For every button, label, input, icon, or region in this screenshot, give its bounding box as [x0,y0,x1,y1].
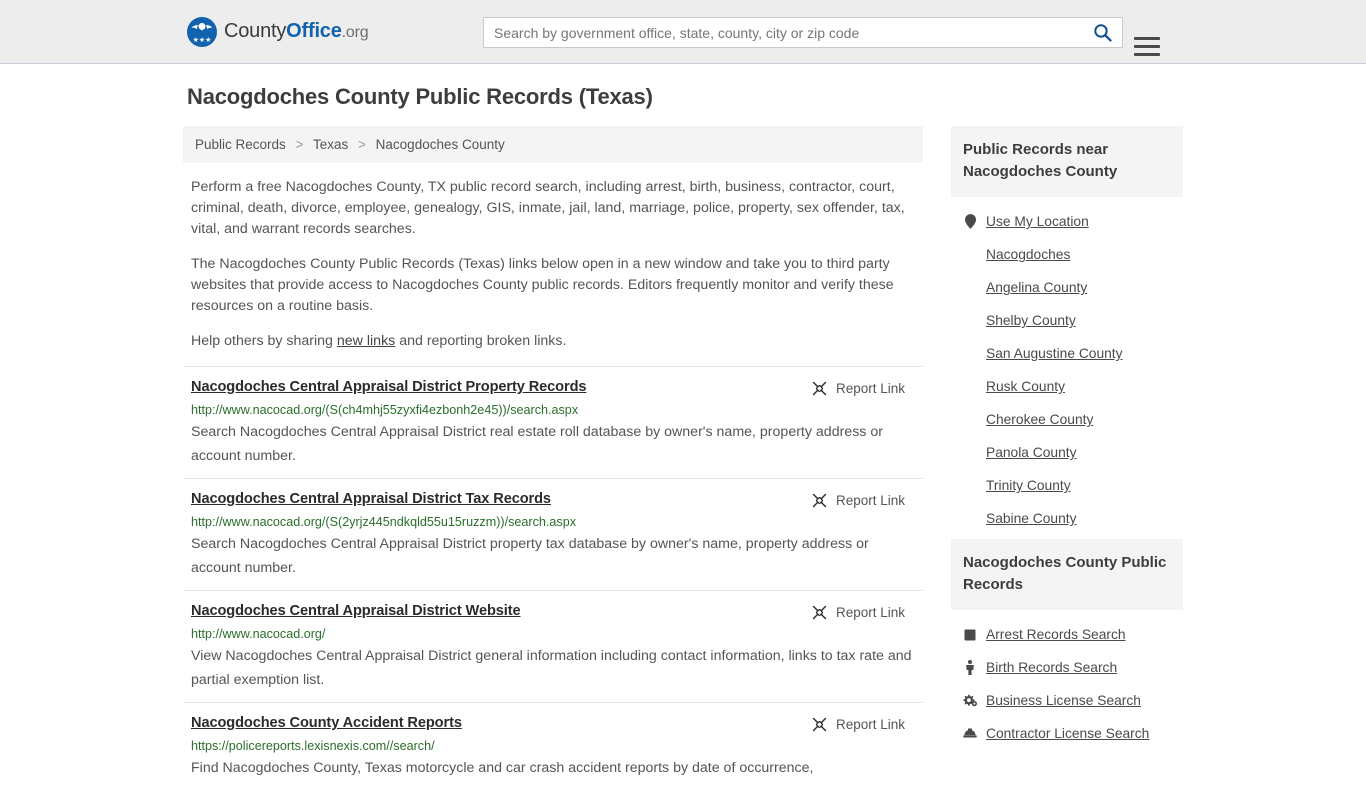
sidebar-item-san-augustine-county[interactable]: San Augustine County [951,337,1183,370]
fingerprint-square-icon [963,628,977,642]
report-link-label: Report Link [835,493,905,508]
sidebar-item-business-license-search[interactable]: Business License Search [951,684,1183,717]
result-description: Find Nacogdoches County, Texas motorcycl… [191,760,814,776]
result-item: Nacogdoches Central Appraisal District T… [183,478,923,590]
sidebar-link[interactable]: Use My Location [986,214,1089,229]
search-icon [1093,24,1112,42]
site-logo-link[interactable]: ★★★ CountyOffice.org [187,16,369,47]
result-url[interactable]: http://www.nacocad.org/(S(2yrjz445ndkqld… [191,515,915,529]
result-description: View Nacogdoches Central Appraisal Distr… [191,648,912,688]
result-item: Nacogdoches County Accident Reports Repo… [183,702,923,790]
logo-stars: ★★★ [192,36,212,44]
intro-p3-before: Help others by sharing [191,333,337,349]
search-button[interactable] [1082,18,1122,47]
hard-hat-icon [963,727,977,741]
sidebar-item-panola-county[interactable]: Panola County [951,436,1183,469]
site-header: ★★★ CountyOffice.org [0,0,1366,64]
result-title-link[interactable]: Nacogdoches Central Appraisal District T… [191,491,551,507]
sidebar-link[interactable]: Business License Search [986,693,1141,708]
sidebar-nearby-box: Public Records near Nacogdoches County U… [951,126,1183,535]
intro-paragraph-1: Perform a free Nacogdoches County, TX pu… [191,179,905,237]
new-links-link[interactable]: new links [337,333,395,349]
brand-part-office: Office [286,20,342,42]
result-url[interactable]: http://www.nacocad.org/(S(ch4mhj55zyxfi4… [191,403,915,417]
gears-icon [963,694,977,708]
child-icon [963,660,977,675]
sidebar-item-shelby-county[interactable]: Shelby County [951,304,1183,337]
breadcrumb-separator: > [358,137,366,152]
map-pin-icon [963,214,977,229]
report-link-button[interactable]: Report Link [811,492,915,509]
search-input[interactable] [484,18,1082,47]
broken-link-icon [812,717,827,732]
sidebar-link[interactable]: Trinity County [986,478,1071,493]
search-bar[interactable] [483,17,1160,56]
sidebar-item-arrest-records-search[interactable]: Arrest Records Search [951,618,1183,651]
sidebar-nearby-list: Use My Location Nacogdoches Angelina Cou… [951,197,1183,535]
main-content: Public Records > Texas > Nacogdoches Cou… [183,126,923,790]
breadcrumb-item-nacogdoches-county[interactable]: Nacogdoches County [376,137,505,152]
broken-link-icon [812,381,827,396]
sidebar-item-trinity-county[interactable]: Trinity County [951,469,1183,502]
sidebar-link[interactable]: Panola County [986,445,1077,460]
sidebar-item-use-my-location[interactable]: Use My Location [951,205,1183,238]
result-title-link[interactable]: Nacogdoches Central Appraisal District W… [191,603,521,619]
sidebar-link[interactable]: Angelina County [986,280,1087,295]
sidebar-records-box: Nacogdoches County Public Records Arrest… [951,539,1183,750]
site-logo-text: CountyOffice.org [224,20,369,43]
brand-part-county: County [224,20,287,42]
eagle-shield-logo-icon: ★★★ [187,16,217,47]
sidebar-item-sabine-county[interactable]: Sabine County [951,502,1183,535]
intro-paragraph-3: Help others by sharing new links and rep… [183,331,923,352]
intro-p3-after: and reporting broken links. [395,333,567,349]
sidebar: Public Records near Nacogdoches County U… [951,126,1183,754]
sidebar-item-nacogdoches[interactable]: Nacogdoches [951,238,1183,271]
sidebar-link[interactable]: Cherokee County [986,412,1093,427]
report-link-label: Report Link [835,381,905,396]
report-link-label: Report Link [835,605,905,620]
report-link-button[interactable]: Report Link [811,604,915,621]
result-description: Search Nacogdoches Central Appraisal Dis… [191,536,869,576]
intro-text: Perform a free Nacogdoches County, TX pu… [183,177,923,352]
result-url[interactable]: https://policereports.lexisnexis.com//se… [191,739,915,753]
breadcrumb: Public Records > Texas > Nacogdoches Cou… [183,126,923,163]
sidebar-link[interactable]: Birth Records Search [986,660,1117,675]
result-description: Search Nacogdoches Central Appraisal Dis… [191,424,883,464]
sidebar-link[interactable]: Nacogdoches [986,247,1070,262]
broken-link-icon [812,605,827,620]
sidebar-link[interactable]: Arrest Records Search [986,627,1126,642]
sidebar-link[interactable]: Contractor License Search [986,726,1149,741]
sidebar-link[interactable]: Shelby County [986,313,1076,328]
breadcrumb-item-public-records[interactable]: Public Records [195,137,286,152]
result-item: Nacogdoches Central Appraisal District P… [183,366,923,478]
sidebar-records-list: Arrest Records Search Birth Records Sear… [951,610,1183,750]
report-link-label: Report Link [835,717,905,732]
broken-link-icon [812,493,827,508]
sidebar-link[interactable]: Sabine County [986,511,1077,526]
result-url[interactable]: http://www.nacocad.org/ [191,627,915,641]
sidebar-link[interactable]: San Augustine County [986,346,1123,361]
sidebar-item-rusk-county[interactable]: Rusk County [951,370,1183,403]
sidebar-link[interactable]: Rusk County [986,379,1065,394]
sidebar-nearby-heading: Public Records near Nacogdoches County [951,126,1183,197]
sidebar-records-heading: Nacogdoches County Public Records [951,539,1183,610]
breadcrumb-separator: > [295,137,304,152]
hamburger-menu-icon[interactable] [1134,37,1160,56]
sidebar-item-birth-records-search[interactable]: Birth Records Search [951,651,1183,684]
report-link-button[interactable]: Report Link [811,716,915,733]
sidebar-item-contractor-license-search[interactable]: Contractor License Search [951,717,1183,750]
result-title-link[interactable]: Nacogdoches Central Appraisal District P… [191,379,587,395]
sidebar-item-cherokee-county[interactable]: Cherokee County [951,403,1183,436]
page-title: Nacogdoches County Public Records (Texas… [187,84,653,109]
brand-part-tld: .org [341,24,369,41]
breadcrumb-item-texas[interactable]: Texas [313,137,348,152]
result-item: Nacogdoches Central Appraisal District W… [183,590,923,702]
intro-paragraph-2: The Nacogdoches County Public Records (T… [191,256,894,314]
result-title-link[interactable]: Nacogdoches County Accident Reports [191,715,462,731]
report-link-button[interactable]: Report Link [811,380,915,397]
sidebar-item-angelina-county[interactable]: Angelina County [951,271,1183,304]
